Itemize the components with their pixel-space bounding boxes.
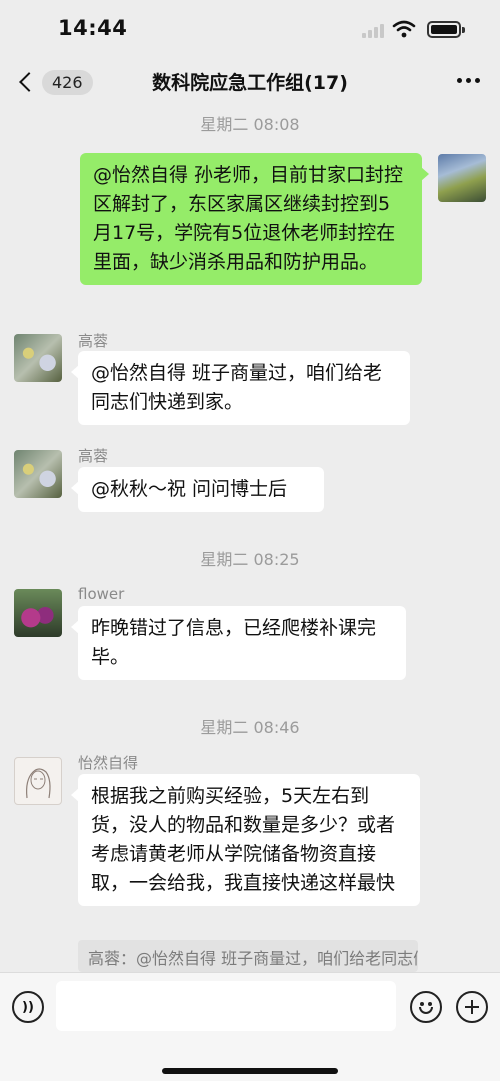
message-bubble[interactable]: 昨晚错过了信息，已经爬楼补课完毕。	[71, 606, 406, 680]
avatar[interactable]	[14, 334, 62, 382]
chat-header: 426 数科院应急工作组(17)	[0, 58, 500, 104]
timestamp: 星期二 08:25	[200, 550, 300, 569]
emoji-icon[interactable]	[410, 991, 442, 1023]
message-input[interactable]	[56, 981, 396, 1031]
message-bubble[interactable]: @怡然自得 班子商量过，咱们给老同志们快递到家。	[71, 351, 410, 425]
quoted-message[interactable]: 高蓉：@怡然自得 班子商量过，咱们给老同志们快递到家。	[78, 940, 418, 972]
chat-title: 数科院应急工作组(17)	[152, 72, 348, 94]
signal-icon	[362, 24, 386, 38]
avatar[interactable]	[14, 450, 62, 498]
status-time: 14:44	[58, 16, 128, 40]
plus-icon[interactable]	[456, 991, 488, 1023]
status-bar: 14:44	[0, 0, 500, 58]
sender-name: flower	[78, 585, 125, 603]
more-icon[interactable]	[457, 78, 480, 83]
sender-name: 高蓉	[78, 332, 109, 350]
message-bubble-self[interactable]: @怡然自得 孙老师，目前甘家口封控区解封了，东区家属区继续封控到5月17号，学院…	[80, 153, 429, 285]
battery-icon	[427, 21, 465, 38]
input-bar: ))	[0, 972, 500, 1081]
sender-name: 怡然自得	[78, 754, 139, 772]
voice-wave: ))	[22, 999, 34, 1015]
timestamp: 星期二 08:46	[200, 718, 300, 737]
voice-icon[interactable]: ))	[12, 991, 44, 1023]
timestamp: 星期二 08:08	[200, 115, 300, 134]
avatar[interactable]	[14, 589, 62, 637]
wifi-icon	[392, 20, 416, 38]
avatar[interactable]	[14, 757, 62, 805]
avatar[interactable]	[438, 154, 486, 202]
home-indicator	[162, 1068, 338, 1074]
message-bubble[interactable]: 根据我之前购买经验，5天左右到货，没人的物品和数量是多少？或者考虑请黄老师从学院…	[71, 774, 420, 906]
message-bubble[interactable]: @秋秋～祝 问问博士后	[71, 467, 324, 512]
sender-name: 高蓉	[78, 447, 109, 465]
